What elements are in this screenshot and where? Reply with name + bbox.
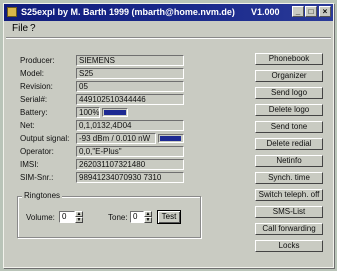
menu-help[interactable]: ? bbox=[30, 23, 36, 34]
output-signal-label: Output signal: bbox=[20, 134, 70, 143]
menu-separator bbox=[6, 37, 331, 39]
battery-bar bbox=[102, 108, 128, 117]
model-field: S25 bbox=[76, 68, 184, 79]
battery-field: 100% bbox=[76, 107, 100, 118]
signal-bar-fill bbox=[160, 136, 181, 141]
battery-label: Battery: bbox=[20, 108, 48, 117]
tone-down-arrow[interactable]: ▼ bbox=[144, 217, 152, 223]
signal-bar bbox=[158, 134, 184, 143]
locks-button[interactable]: Locks bbox=[255, 240, 323, 252]
close-button[interactable]: × bbox=[319, 6, 331, 17]
imsi-label: IMSI: bbox=[20, 160, 39, 169]
maximize-button[interactable]: □ bbox=[305, 6, 317, 17]
switch-phone-off-button[interactable]: Switch teleph. off bbox=[255, 189, 323, 201]
sim-snr-field: 98941234070930 7310 bbox=[76, 172, 184, 183]
tone-label: Tone: bbox=[108, 213, 128, 222]
send-logo-button[interactable]: Send logo bbox=[255, 87, 323, 99]
tone-spinner[interactable]: ▲ ▼ bbox=[144, 211, 152, 223]
operator-field: 0,0,"E-Plus" bbox=[76, 146, 184, 157]
serial-label: Serial#: bbox=[20, 95, 48, 104]
minimize-button[interactable]: _ bbox=[292, 6, 304, 17]
sim-snr-label: SIM-Snr.: bbox=[20, 173, 54, 182]
model-label: Model: bbox=[20, 69, 45, 78]
volume-label: Volume: bbox=[26, 213, 55, 222]
netinfo-button[interactable]: Netinfo bbox=[255, 155, 323, 167]
ringtones-title: Ringtones bbox=[22, 191, 63, 200]
output-signal-field: -93 dBm / 0.010 nW bbox=[76, 133, 156, 144]
operator-label: Operator: bbox=[20, 147, 54, 156]
test-button[interactable]: Test bbox=[157, 210, 181, 224]
producer-field: SIEMENS bbox=[76, 55, 184, 66]
menu-bar: File ? bbox=[4, 22, 333, 36]
serial-field: 449102510344446 bbox=[76, 94, 184, 105]
synch-time-button[interactable]: Synch. time bbox=[255, 172, 323, 184]
revision-field: 05 bbox=[76, 81, 184, 92]
title-bar[interactable]: S25expl by M. Barth 1999 (mbarth@home.nv… bbox=[4, 4, 333, 21]
volume-down-arrow[interactable]: ▼ bbox=[75, 217, 83, 223]
producer-label: Producer: bbox=[20, 56, 55, 65]
sms-list-button[interactable]: SMS-List bbox=[255, 206, 323, 218]
volume-spinner[interactable]: ▲ ▼ bbox=[75, 211, 83, 223]
delete-redial-button[interactable]: Delete redial bbox=[255, 138, 323, 150]
imsi-field: 262031107321480 bbox=[76, 159, 184, 170]
delete-logo-button[interactable]: Delete logo bbox=[255, 104, 323, 116]
call-forwarding-button[interactable]: Call forwarding bbox=[255, 223, 323, 235]
net-label: Net: bbox=[20, 121, 35, 130]
main-window: S25expl by M. Barth 1999 (mbarth@home.nv… bbox=[3, 3, 334, 268]
send-tone-button[interactable]: Send tone bbox=[255, 121, 323, 133]
organizer-button[interactable]: Organizer bbox=[255, 70, 323, 82]
window-title: S25expl by M. Barth 1999 (mbarth@home.nv… bbox=[21, 7, 235, 17]
app-icon bbox=[7, 7, 17, 17]
tone-input[interactable]: 0 bbox=[130, 211, 144, 223]
net-field: 0,1,0132,4D04 bbox=[76, 120, 184, 131]
menu-file[interactable]: File bbox=[12, 23, 28, 34]
phonebook-button[interactable]: Phonebook bbox=[255, 53, 323, 65]
revision-label: Revision: bbox=[20, 82, 53, 91]
volume-input[interactable]: 0 bbox=[59, 211, 75, 223]
battery-bar-fill bbox=[104, 110, 126, 115]
version-label: V1.000 bbox=[251, 7, 280, 17]
